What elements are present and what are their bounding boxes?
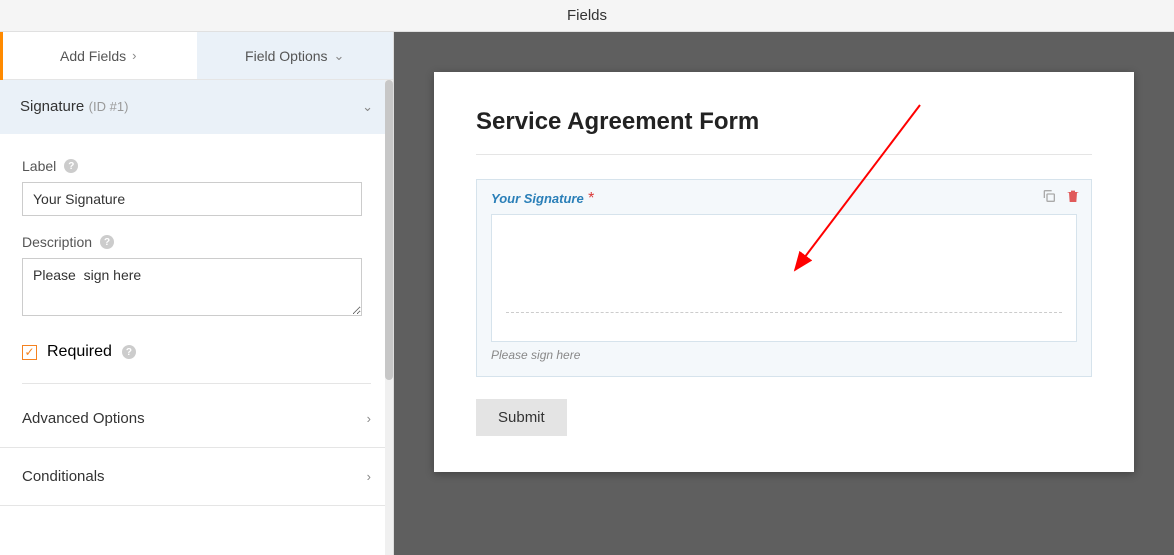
description-row: Description ?	[22, 234, 371, 250]
required-label: Required	[47, 343, 112, 361]
chevron-right-icon: ›	[132, 48, 136, 63]
preview-area: Service Agreement Form Your Signature *	[394, 32, 1174, 555]
required-row: Required ?	[22, 343, 371, 384]
description-input[interactable]	[22, 258, 362, 316]
tab-add-fields-label: Add Fields	[60, 48, 126, 64]
tab-add-fields[interactable]: Add Fields ›	[0, 32, 197, 79]
label-row: Label ?	[22, 158, 371, 174]
chevron-right-icon: ›	[367, 411, 371, 426]
sidebar: Add Fields › Field Options ⌄ Signature (…	[0, 32, 394, 555]
help-icon[interactable]: ?	[100, 235, 114, 249]
form-preview: Service Agreement Form Your Signature *	[434, 72, 1134, 472]
label-input[interactable]	[22, 182, 362, 216]
submit-button[interactable]: Submit	[476, 399, 567, 436]
label-text: Label	[22, 158, 56, 174]
delete-icon[interactable]	[1065, 188, 1081, 204]
required-checkbox[interactable]	[22, 345, 37, 360]
description-label: Description	[22, 234, 92, 250]
divider	[476, 154, 1092, 155]
section-title: Signature	[20, 98, 84, 115]
signature-field[interactable]: Your Signature *	[476, 179, 1092, 377]
signature-description: Please sign here	[491, 348, 1077, 362]
field-options-body: Label ? Description ? Required ?	[0, 134, 393, 390]
help-icon[interactable]: ?	[122, 345, 136, 359]
help-icon[interactable]: ?	[64, 159, 78, 173]
scrollbar-thumb[interactable]	[385, 80, 393, 380]
signature-canvas[interactable]	[491, 214, 1077, 342]
main-container: Add Fields › Field Options ⌄ Signature (…	[0, 32, 1174, 555]
active-indicator	[0, 32, 3, 80]
form-title: Service Agreement Form	[476, 108, 1092, 136]
advanced-options-row[interactable]: Advanced Options ›	[0, 390, 393, 448]
duplicate-icon[interactable]	[1041, 188, 1057, 204]
tab-field-options-label: Field Options	[245, 48, 327, 64]
chevron-right-icon: ›	[367, 469, 371, 484]
header-title: Fields	[567, 7, 607, 24]
chevron-down-icon: ⌄	[334, 48, 345, 64]
conditionals-row[interactable]: Conditionals ›	[0, 448, 393, 506]
scrollbar[interactable]	[385, 80, 393, 555]
conditionals-label: Conditionals	[22, 468, 105, 485]
section-header-signature[interactable]: Signature (ID #1) ⌄	[0, 80, 393, 134]
field-actions	[1041, 188, 1081, 204]
section-id: (ID #1)	[89, 99, 129, 114]
page-header: Fields	[0, 0, 1174, 32]
signature-label: Your Signature	[491, 191, 584, 206]
tab-field-options[interactable]: Field Options ⌄	[197, 32, 394, 79]
signature-label-row: Your Signature *	[491, 190, 1077, 214]
tabs: Add Fields › Field Options ⌄	[0, 32, 393, 80]
advanced-options-label: Advanced Options	[22, 410, 145, 427]
signature-line	[506, 312, 1062, 313]
chevron-down-icon: ⌄	[362, 99, 373, 115]
section-title-wrap: Signature (ID #1)	[20, 98, 128, 116]
required-asterisk: *	[588, 190, 594, 207]
